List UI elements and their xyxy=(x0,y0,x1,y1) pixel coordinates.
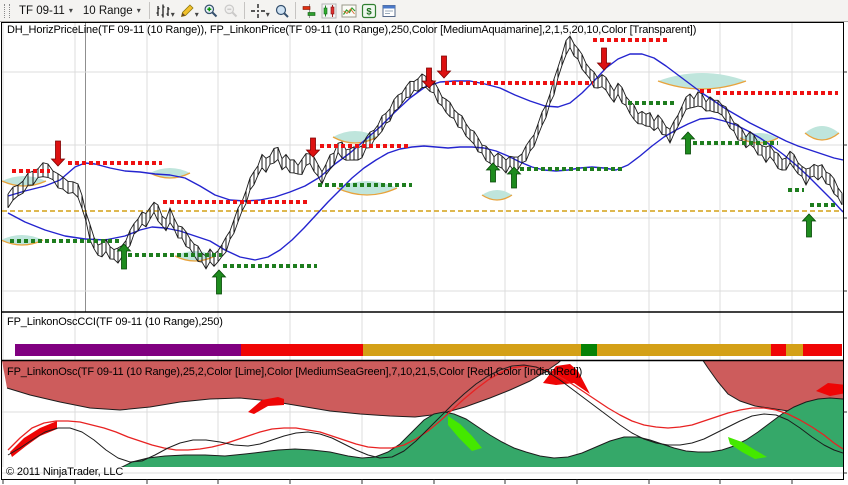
toolbar: TF 09-11 ▾ 10 Range ▾ ▾ ▾ ▾ $ xyxy=(0,0,848,22)
zoom-in-button[interactable] xyxy=(201,2,221,20)
drawing-tools-button[interactable]: ▾ xyxy=(177,2,201,20)
chart-properties-button[interactable] xyxy=(379,2,399,20)
zoom-out-icon xyxy=(223,3,239,19)
toolbar-grip[interactable] xyxy=(4,3,10,18)
pencil-icon xyxy=(179,3,195,19)
line-chart-icon xyxy=(341,3,357,19)
instrument-dropdown[interactable]: TF 09-11 ▾ xyxy=(14,1,78,21)
cci-bar-segment xyxy=(15,344,241,356)
chart-canvas[interactable] xyxy=(0,0,848,485)
crosshair-button[interactable]: ▾ xyxy=(248,2,272,20)
crosshair-icon xyxy=(250,3,266,19)
zoom-out-button[interactable] xyxy=(221,2,241,20)
mini-chart-button[interactable] xyxy=(339,2,359,20)
window-properties-icon xyxy=(381,3,397,19)
cci-panel-label: FP_LinkonOscCCI(TF 09-11 (10 Range),250) xyxy=(7,316,223,328)
interval-dropdown[interactable]: 10 Range ▾ xyxy=(78,1,146,21)
data-box-icon xyxy=(274,3,290,19)
cci-bar-segment xyxy=(581,344,597,356)
osc-panel-label: FP_LinkonOsc(TF 09-11 (10 Range),25,2,Co… xyxy=(7,366,583,378)
chart-trader-button[interactable] xyxy=(299,2,319,20)
data-box-button[interactable] xyxy=(272,2,292,20)
toolbar-separator xyxy=(243,2,245,19)
svg-text:$: $ xyxy=(366,6,372,17)
zoom-in-icon xyxy=(203,3,219,19)
chart-style-button[interactable]: ▾ xyxy=(153,2,177,20)
interval-label: 10 Range xyxy=(82,4,133,17)
dollar-icon: $ xyxy=(361,3,377,19)
ninjatrader-chart-window: TF 09-11 ▾ 10 Range ▾ ▾ ▾ ▾ $ DH_HorizPrice… xyxy=(0,0,848,485)
toolbar-separator xyxy=(294,2,296,19)
account-data-button[interactable]: $ xyxy=(359,2,379,20)
cci-panel[interactable] xyxy=(15,344,842,356)
chevron-down-icon: ▾ xyxy=(265,9,270,19)
bars-panel-button[interactable] xyxy=(319,2,339,20)
toolbar-separator xyxy=(148,2,150,19)
bar-chart-style-icon xyxy=(155,3,171,19)
toolbar-buttons: ▾ ▾ ▾ $ xyxy=(146,2,399,20)
cci-bar-segment xyxy=(597,344,771,356)
main-panel-label: DH_HorizPriceLine(TF 09-11 (10 Range)), … xyxy=(7,24,697,36)
cci-bar-segment xyxy=(786,344,803,356)
chevron-down-icon: ▾ xyxy=(68,5,73,15)
cci-bar-segment xyxy=(241,344,363,356)
cci-bar-segment xyxy=(803,344,842,356)
copyright-text: © 2011 NinjaTrader, LLC xyxy=(6,466,124,478)
instrument-label: TF 09-11 xyxy=(19,4,65,17)
price-bars-icon xyxy=(321,3,337,19)
chart-trader-icon xyxy=(301,3,317,19)
cci-bar-segment xyxy=(771,344,786,356)
chevron-down-icon: ▾ xyxy=(170,9,175,19)
chevron-down-icon: ▾ xyxy=(136,5,141,15)
cci-bar-segment xyxy=(363,344,581,356)
chevron-down-icon: ▾ xyxy=(194,9,199,19)
